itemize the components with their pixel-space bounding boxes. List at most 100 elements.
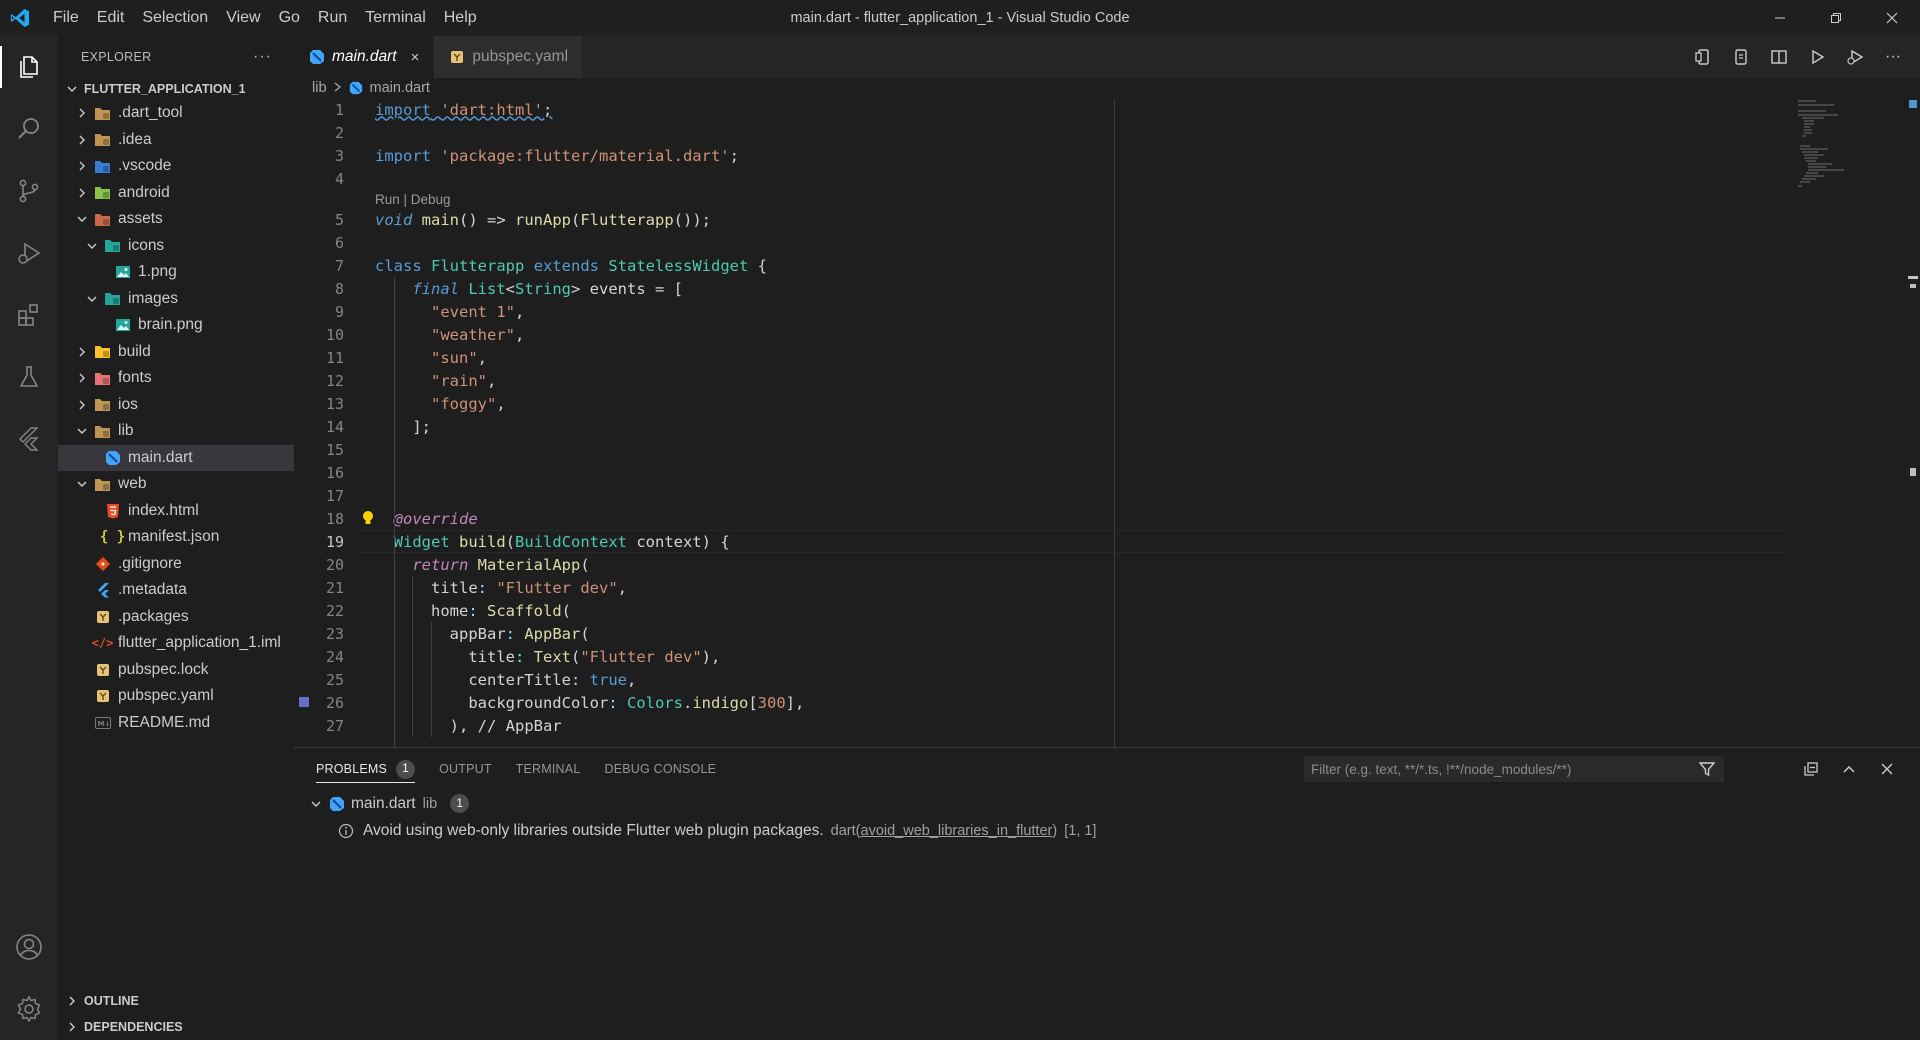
problem-file-row[interactable]: main.dart lib 1: [294, 790, 1920, 817]
tree-item[interactable]: ios: [58, 392, 294, 419]
problem-code-link[interactable]: avoid_web_libraries_in_flutter: [861, 823, 1053, 839]
line-number: 27: [325, 716, 344, 735]
tab-terminal[interactable]: TERMINAL: [516, 748, 581, 790]
tree-item[interactable]: images: [58, 286, 294, 313]
tree-item[interactable]: .packages: [58, 604, 294, 631]
tree-item[interactable]: .idea: [58, 127, 294, 154]
minimize-icon[interactable]: [1752, 0, 1808, 36]
menu-run[interactable]: Run: [309, 9, 356, 27]
code-text: ), // AppBar: [375, 717, 562, 735]
problem-file-name: main.dart: [351, 794, 416, 812]
tree-item[interactable]: build: [58, 339, 294, 366]
split-editor-icon[interactable]: [1760, 36, 1798, 78]
code-token: ,: [487, 371, 497, 390]
menu-file[interactable]: File: [44, 9, 88, 27]
menu-go[interactable]: Go: [270, 9, 309, 27]
breadcrumb-file[interactable]: main.dart: [370, 80, 430, 96]
code-token: (: [580, 555, 590, 574]
folder-icon: [94, 105, 111, 122]
tree-item-label: README.md: [118, 713, 211, 731]
tree-item[interactable]: brain.png: [58, 312, 294, 339]
close-window-icon[interactable]: [1864, 0, 1920, 36]
explorer-more-icon[interactable]: ···: [253, 48, 272, 66]
tree-item[interactable]: </> flutter_application_1.iml: [58, 630, 294, 657]
debug-run-icon[interactable]: [1836, 36, 1874, 78]
dependencies-section[interactable]: DEPENDENCIES: [58, 1014, 294, 1040]
code-line: 12 "rain",: [294, 369, 1784, 392]
search-icon[interactable]: [0, 98, 58, 160]
workspace-root-label: FLUTTER_APPLICATION_1: [84, 82, 246, 96]
hot-reload-icon[interactable]: [1722, 36, 1760, 78]
tree-item[interactable]: .metadata: [58, 577, 294, 604]
account-icon[interactable]: [0, 916, 58, 978]
dart-file-icon: [328, 795, 345, 812]
outline-section[interactable]: OUTLINE: [58, 988, 294, 1014]
panel-actions: [1792, 748, 1906, 790]
problems-filter-input[interactable]: Filter (e.g. text, **/*.ts, !**/node_mod…: [1304, 756, 1724, 782]
line-number: 19: [325, 532, 344, 551]
run-debug-icon[interactable]: [0, 222, 58, 284]
tab-debug-console[interactable]: DEBUG CONSOLE: [604, 748, 716, 790]
code-line: 22 home: Scaffold(: [294, 599, 1784, 622]
vscode-logo-icon[interactable]: [0, 0, 40, 36]
close-tab-icon[interactable]: ×: [411, 49, 420, 66]
tree-item-label: manifest.json: [128, 528, 220, 546]
workspace-root[interactable]: FLUTTER_APPLICATION_1: [58, 78, 294, 100]
tab-main-dart[interactable]: main.dart ×: [294, 36, 435, 78]
codelens-run-debug[interactable]: Run | Debug: [375, 192, 451, 207]
tree-item[interactable]: icons: [58, 233, 294, 260]
explorer-icon[interactable]: [0, 36, 58, 98]
panel-tab-label: OUTPUT: [439, 762, 492, 776]
code-token: ,: [515, 325, 525, 344]
tab-output[interactable]: OUTPUT: [439, 748, 492, 790]
tree-item[interactable]: pubspec.yaml: [58, 683, 294, 710]
tree-item[interactable]: .dart_tool: [58, 100, 294, 127]
tree-item[interactable]: .vscode: [58, 153, 294, 180]
code-token: import: [375, 100, 431, 119]
tree-item[interactable]: .gitignore: [58, 551, 294, 578]
code-line: 3 import 'package:flutter/material.dart';: [294, 144, 1784, 167]
scrollbar-overview[interactable]: [1906, 98, 1920, 747]
flutter-icon[interactable]: [0, 408, 58, 470]
filter-icon[interactable]: [1698, 760, 1716, 781]
testing-icon[interactable]: [0, 346, 58, 408]
tree-item[interactable]: { } manifest.json: [58, 524, 294, 551]
maximize-panel-icon[interactable]: [1830, 748, 1868, 790]
line-number: 6: [334, 233, 344, 252]
flutter-device-icon[interactable]: [1684, 36, 1722, 78]
extensions-icon[interactable]: [0, 284, 58, 346]
menu-view[interactable]: View: [217, 9, 269, 27]
restore-icon[interactable]: [1808, 0, 1864, 36]
menu-selection[interactable]: Selection: [133, 9, 217, 27]
menu-edit[interactable]: Edit: [88, 9, 134, 27]
run-icon[interactable]: [1798, 36, 1836, 78]
tree-item[interactable]: 1.png: [58, 259, 294, 286]
line-number: 24: [325, 647, 344, 666]
code-editor[interactable]: 1 import 'dart:html'; 2 3 import 'package:fl…: [294, 98, 1920, 747]
collapse-all-icon[interactable]: [1792, 748, 1830, 790]
more-actions-icon[interactable]: ···: [1874, 36, 1912, 78]
tab-pubspec-yaml[interactable]: pubspec.yaml: [434, 36, 584, 78]
tree-item[interactable]: web: [58, 471, 294, 498]
menu-help[interactable]: Help: [435, 9, 486, 27]
tree-item[interactable]: assets: [58, 206, 294, 233]
tree-item-label: assets: [118, 210, 163, 228]
tree-item[interactable]: main.dart: [58, 444, 294, 471]
breadcrumb-folder[interactable]: lib: [312, 80, 327, 96]
tree-item[interactable]: android: [58, 180, 294, 207]
source-control-icon[interactable]: [0, 160, 58, 222]
menu-terminal[interactable]: Terminal: [356, 9, 434, 27]
lightbulb-icon[interactable]: [362, 510, 374, 530]
tree-item[interactable]: M↓ README.md: [58, 710, 294, 737]
tree-item[interactable]: lib: [58, 418, 294, 445]
settings-gear-icon[interactable]: [0, 978, 58, 1040]
tree-item[interactable]: index.html: [58, 498, 294, 525]
dart-file-icon: [308, 49, 325, 66]
tree-item[interactable]: pubspec.lock: [58, 657, 294, 684]
problem-item[interactable]: Avoid using web-only libraries outside F…: [294, 817, 1920, 844]
tree-item[interactable]: fonts: [58, 365, 294, 392]
tab-problems[interactable]: PROBLEMS 1: [316, 748, 416, 790]
minimap[interactable]: [1794, 98, 1906, 747]
close-panel-icon[interactable]: [1868, 748, 1906, 790]
